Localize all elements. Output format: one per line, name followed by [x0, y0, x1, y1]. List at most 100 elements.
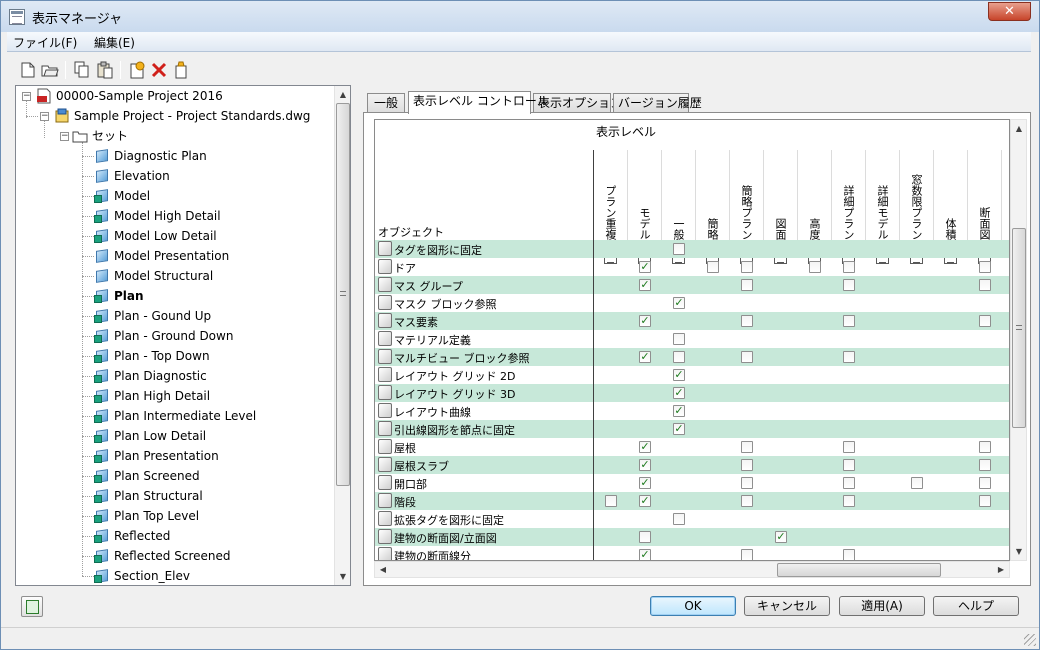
tab-general[interactable]: 一般	[367, 93, 405, 113]
unchecked-checkbox[interactable]	[673, 351, 685, 363]
unchecked-checkbox[interactable]	[639, 531, 651, 543]
new-icon[interactable]	[19, 61, 37, 79]
checked-checkbox[interactable]: ✓	[673, 405, 685, 417]
grid-row[interactable]: 拡張タグを図形に固定	[375, 510, 1009, 528]
open-icon[interactable]	[41, 61, 59, 79]
checked-checkbox[interactable]: ✓	[639, 459, 651, 471]
unchecked-checkbox[interactable]	[843, 351, 855, 363]
grid-row[interactable]: レイアウト グリッド 2D ✓	[375, 366, 1009, 384]
scroll-left-arrow[interactable]: ◀	[375, 562, 391, 577]
unchecked-checkbox[interactable]	[741, 441, 753, 453]
unchecked-checkbox[interactable]	[673, 513, 685, 525]
unchecked-checkbox[interactable]	[911, 477, 923, 489]
unchecked-checkbox[interactable]	[979, 261, 991, 273]
copy-icon[interactable]	[73, 61, 91, 79]
purge-icon[interactable]	[172, 61, 190, 79]
grid-row[interactable]: 建物の断面図/立面図 ✓	[375, 528, 1009, 546]
unchecked-checkbox[interactable]	[843, 477, 855, 489]
unchecked-checkbox[interactable]	[843, 279, 855, 291]
grid-row[interactable]: マテリアル定義	[375, 330, 1009, 348]
collapse-sets-toggle[interactable]: −	[60, 132, 69, 141]
scroll-thumb[interactable]	[1012, 228, 1026, 428]
grid-row[interactable]: マスク ブロック参照 ✓	[375, 294, 1009, 312]
panel-splitter[interactable]	[353, 85, 359, 586]
delete-icon[interactable]	[150, 61, 168, 79]
unchecked-checkbox[interactable]	[741, 279, 753, 291]
unchecked-checkbox[interactable]	[843, 315, 855, 327]
checked-checkbox[interactable]: ✓	[639, 495, 651, 507]
checked-checkbox[interactable]: ✓	[639, 441, 651, 453]
scroll-down-arrow[interactable]: ▼	[1011, 543, 1027, 560]
unchecked-checkbox[interactable]	[979, 315, 991, 327]
checked-checkbox[interactable]: ✓	[639, 549, 651, 560]
unchecked-checkbox[interactable]	[741, 549, 753, 560]
title-bar[interactable]: 表示マネージャ ✕	[1, 1, 1039, 32]
apply-button[interactable]: 適用(A)	[839, 596, 925, 616]
unchecked-checkbox[interactable]	[605, 495, 617, 507]
grid-row[interactable]: マルチビュー ブロック参照 ✓	[375, 348, 1009, 366]
grid-row[interactable]: 屋根スラブ ✓	[375, 456, 1009, 474]
unchecked-checkbox[interactable]	[673, 243, 685, 255]
unchecked-checkbox[interactable]	[843, 441, 855, 453]
checked-checkbox[interactable]: ✓	[639, 315, 651, 327]
tree-scrollbar[interactable]: ▲ ▼	[334, 86, 350, 585]
checked-checkbox[interactable]: ✓	[639, 279, 651, 291]
unchecked-checkbox[interactable]	[673, 333, 685, 345]
unchecked-checkbox[interactable]	[843, 549, 855, 560]
unchecked-checkbox[interactable]	[843, 459, 855, 471]
checked-checkbox[interactable]: ✓	[639, 261, 651, 273]
checked-checkbox[interactable]: ✓	[673, 387, 685, 399]
ok-button[interactable]: OK	[650, 596, 736, 616]
checked-checkbox[interactable]: ✓	[673, 369, 685, 381]
tab-version-history[interactable]: バージョン履歴	[613, 93, 702, 113]
scroll-right-arrow[interactable]: ▶	[993, 562, 1009, 577]
checked-checkbox[interactable]: ✓	[673, 423, 685, 435]
menu-edit[interactable]: 編集(E)	[94, 34, 135, 51]
unchecked-checkbox[interactable]	[741, 477, 753, 489]
grid-row[interactable]: 引出線図形を節点に固定 ✓	[375, 420, 1009, 438]
menu-file[interactable]: ファイル(F)	[13, 34, 77, 51]
unchecked-checkbox[interactable]	[979, 279, 991, 291]
unchecked-checkbox[interactable]	[979, 459, 991, 471]
grid-vertical-scrollbar[interactable]: ▲ ▼	[1010, 119, 1027, 561]
new-style-icon[interactable]	[128, 61, 146, 79]
checked-checkbox[interactable]: ✓	[639, 351, 651, 363]
unchecked-checkbox[interactable]	[979, 477, 991, 489]
unchecked-checkbox[interactable]	[809, 261, 821, 273]
unchecked-checkbox[interactable]	[979, 495, 991, 507]
unchecked-checkbox[interactable]	[741, 261, 753, 273]
grid-row[interactable]: 建物の断面線分 ✓	[375, 546, 1009, 560]
scroll-down-arrow[interactable]: ▼	[335, 568, 350, 585]
grid-row[interactable]: マス グループ ✓	[375, 276, 1009, 294]
collapse-root-toggle[interactable]: −	[22, 92, 31, 101]
paste-icon[interactable]	[96, 61, 114, 79]
grid-row[interactable]: 階段 ✓	[375, 492, 1009, 510]
unchecked-checkbox[interactable]	[741, 459, 753, 471]
unchecked-checkbox[interactable]	[843, 261, 855, 273]
tab-display-rep-control[interactable]: 表示レベル コントロール	[408, 91, 549, 114]
scroll-thumb[interactable]	[777, 563, 941, 577]
checked-checkbox[interactable]: ✓	[673, 297, 685, 309]
help-button[interactable]: ヘルプ	[933, 596, 1019, 616]
scroll-thumb[interactable]	[336, 103, 350, 486]
unchecked-checkbox[interactable]	[741, 495, 753, 507]
grid-row[interactable]: ドア ✓	[375, 258, 1009, 276]
resize-grip[interactable]	[1024, 634, 1036, 646]
unchecked-checkbox[interactable]	[741, 315, 753, 327]
scroll-up-arrow[interactable]: ▲	[335, 86, 350, 103]
collapse-drawing-toggle[interactable]: −	[40, 112, 49, 121]
checked-checkbox[interactable]: ✓	[775, 531, 787, 543]
grid-row[interactable]: レイアウト グリッド 3D ✓	[375, 384, 1009, 402]
close-button[interactable]: ✕	[988, 2, 1031, 21]
checked-checkbox[interactable]: ✓	[639, 477, 651, 489]
unchecked-checkbox[interactable]	[843, 495, 855, 507]
cancel-button[interactable]: キャンセル	[744, 596, 830, 616]
grid-row[interactable]: 屋根 ✓	[375, 438, 1009, 456]
grid-row[interactable]: タグを図形に固定	[375, 240, 1009, 258]
unchecked-checkbox[interactable]	[741, 351, 753, 363]
scroll-up-arrow[interactable]: ▲	[1011, 120, 1027, 137]
unchecked-checkbox[interactable]	[979, 441, 991, 453]
unchecked-checkbox[interactable]	[707, 261, 719, 273]
display-configuration-icon[interactable]	[21, 596, 43, 617]
style-tree[interactable]: − 00000-Sample Project 2016 − Sample Pro…	[15, 85, 351, 586]
